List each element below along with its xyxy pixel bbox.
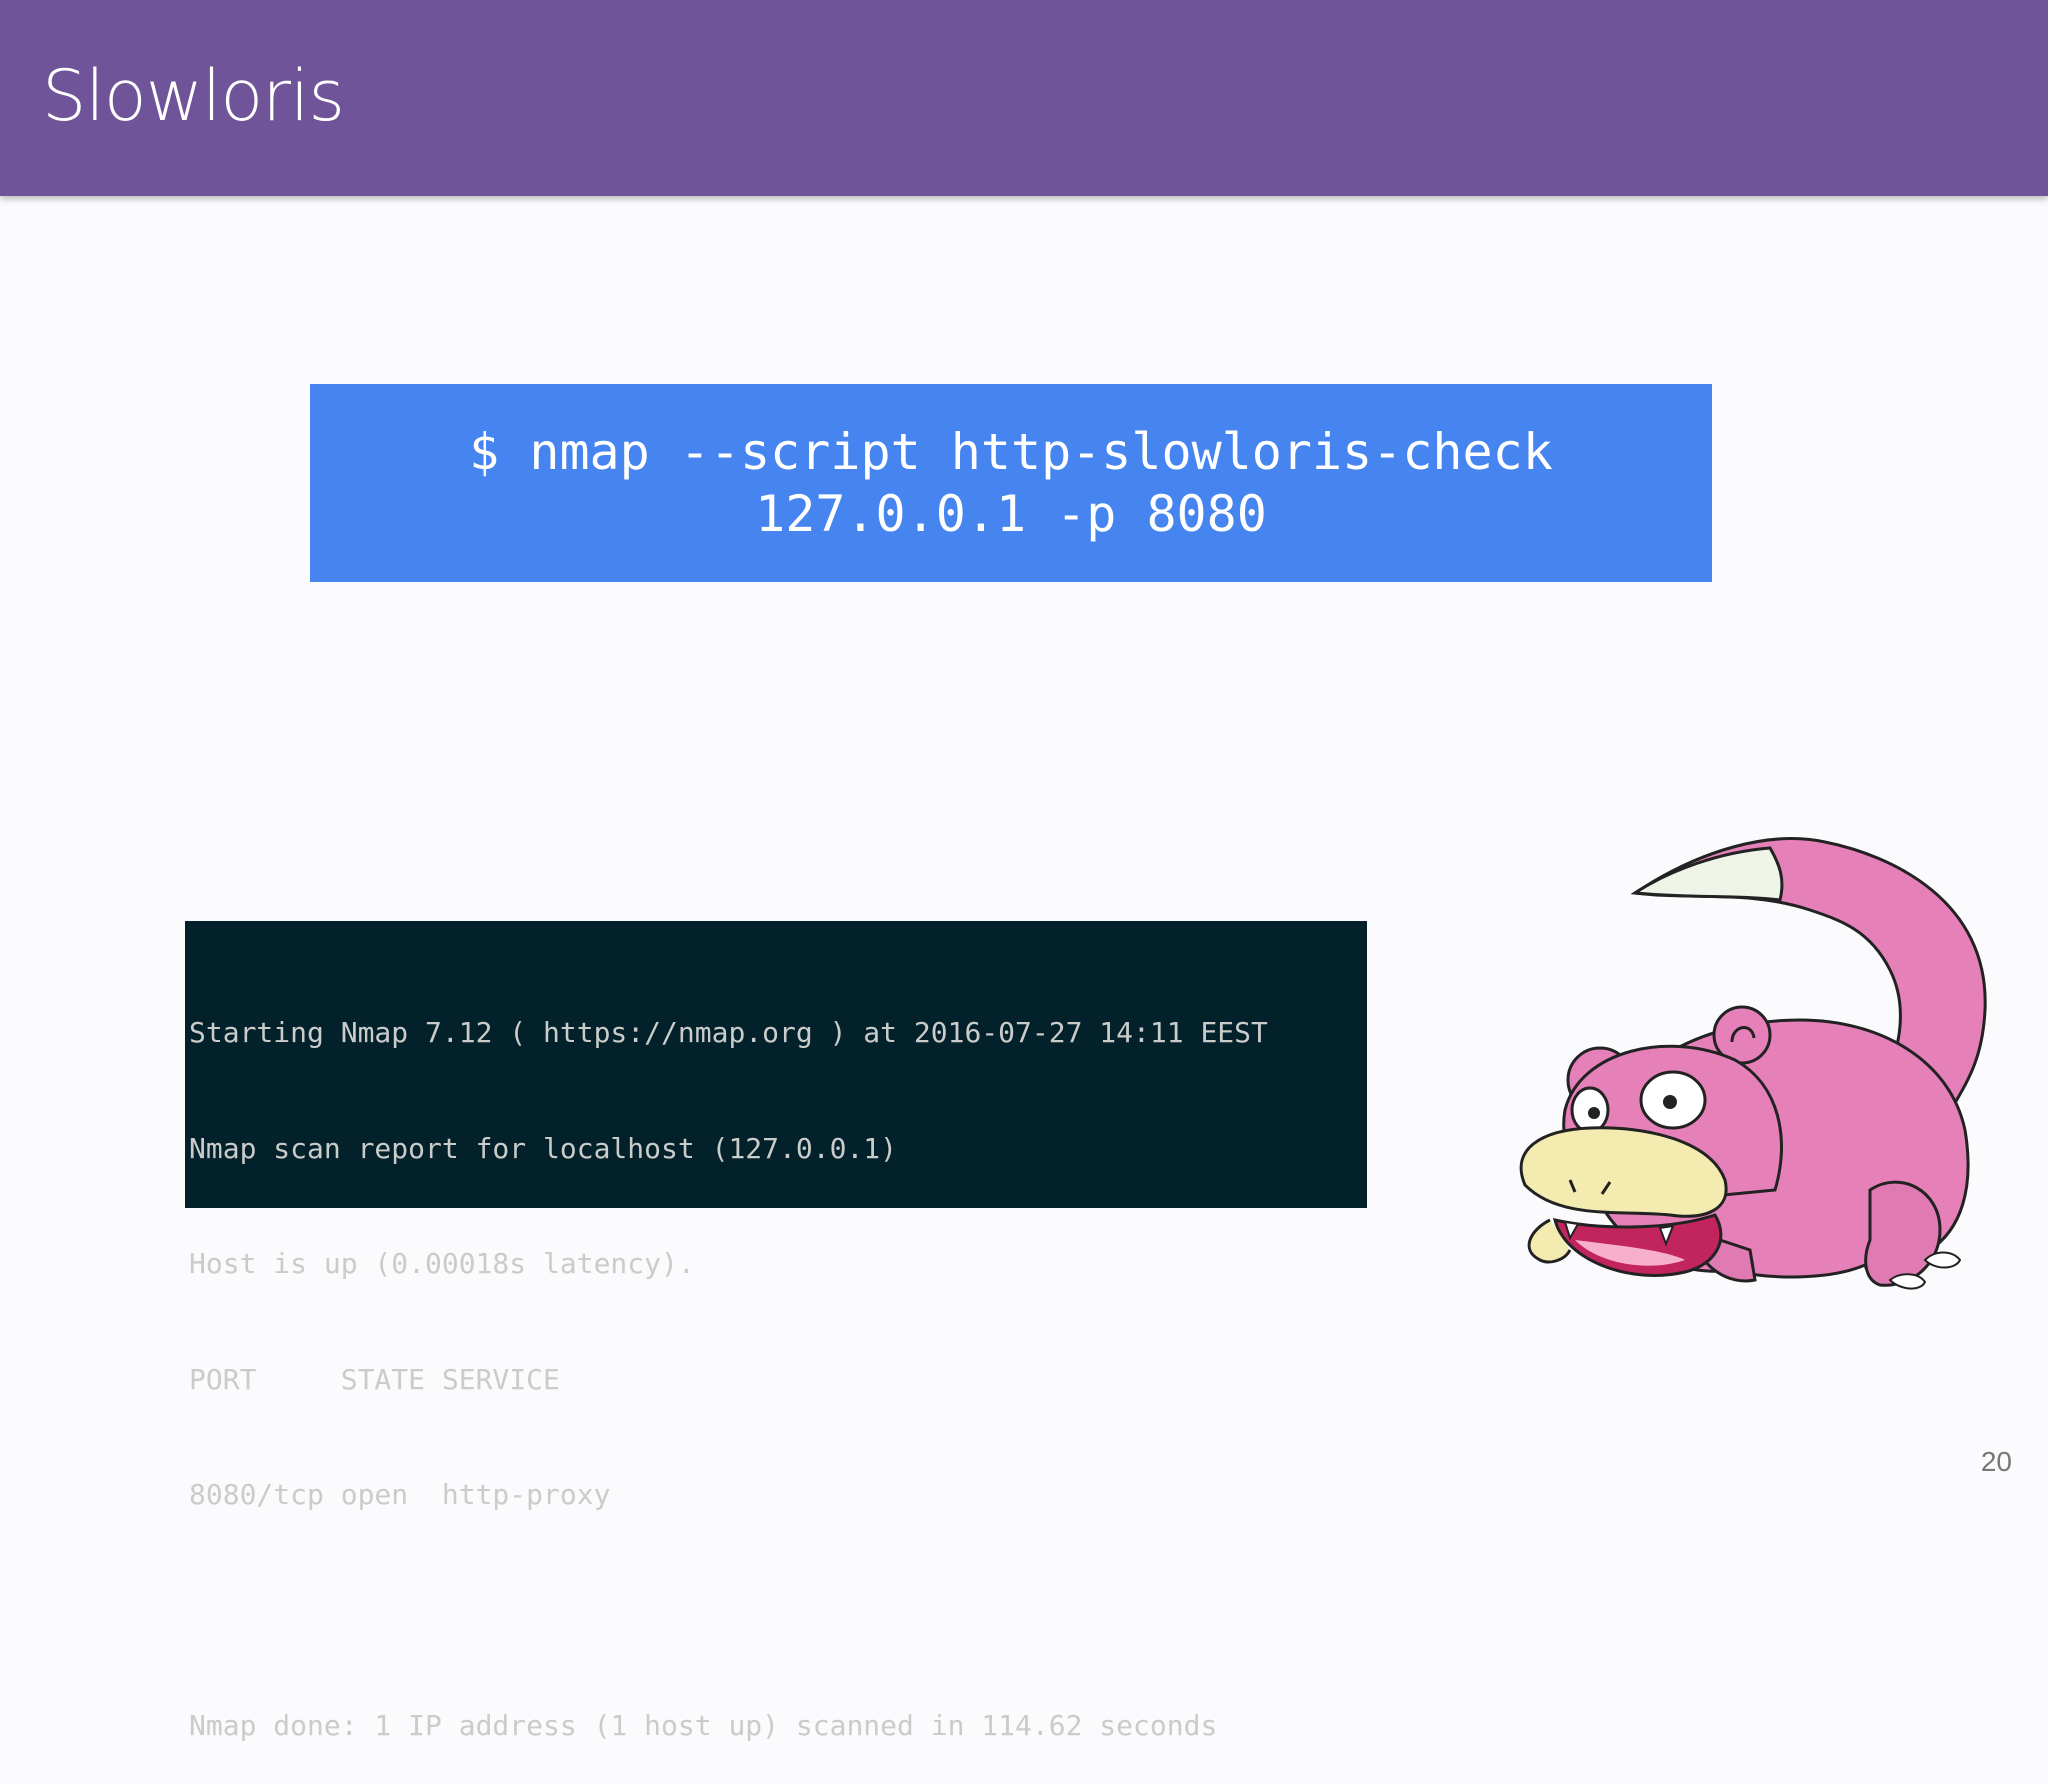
terminal-line: Nmap done: 1 IP address (1 host up) scan… — [189, 1709, 1218, 1742]
slide-title: Slowloris — [42, 55, 345, 137]
command-box: $ nmap --script http-slowloris-check 127… — [310, 384, 1712, 582]
command-line-1: $ nmap --script http-slowloris-check — [469, 423, 1553, 481]
terminal-line: 8080/tcp open http-proxy — [189, 1478, 611, 1511]
terminal-line: Host is up (0.00018s latency). — [189, 1247, 695, 1280]
slowpoke-illustration — [1470, 810, 2030, 1330]
page-number: 20 — [1980, 1446, 2012, 1477]
terminal-output: Starting Nmap 7.12 ( https://nmap.org ) … — [185, 921, 1367, 1742]
command-line-2: 127.0.0.1 -p 8080 — [755, 485, 1267, 543]
terminal-line: PORT STATE SERVICE — [189, 1362, 560, 1396]
terminal-line: Nmap scan report for localhost (127.0.0.… — [189, 1131, 898, 1165]
slide-header: Slowloris — [0, 0, 2048, 196]
terminal-line: Starting Nmap 7.12 ( https://nmap.org ) … — [189, 1016, 1268, 1049]
